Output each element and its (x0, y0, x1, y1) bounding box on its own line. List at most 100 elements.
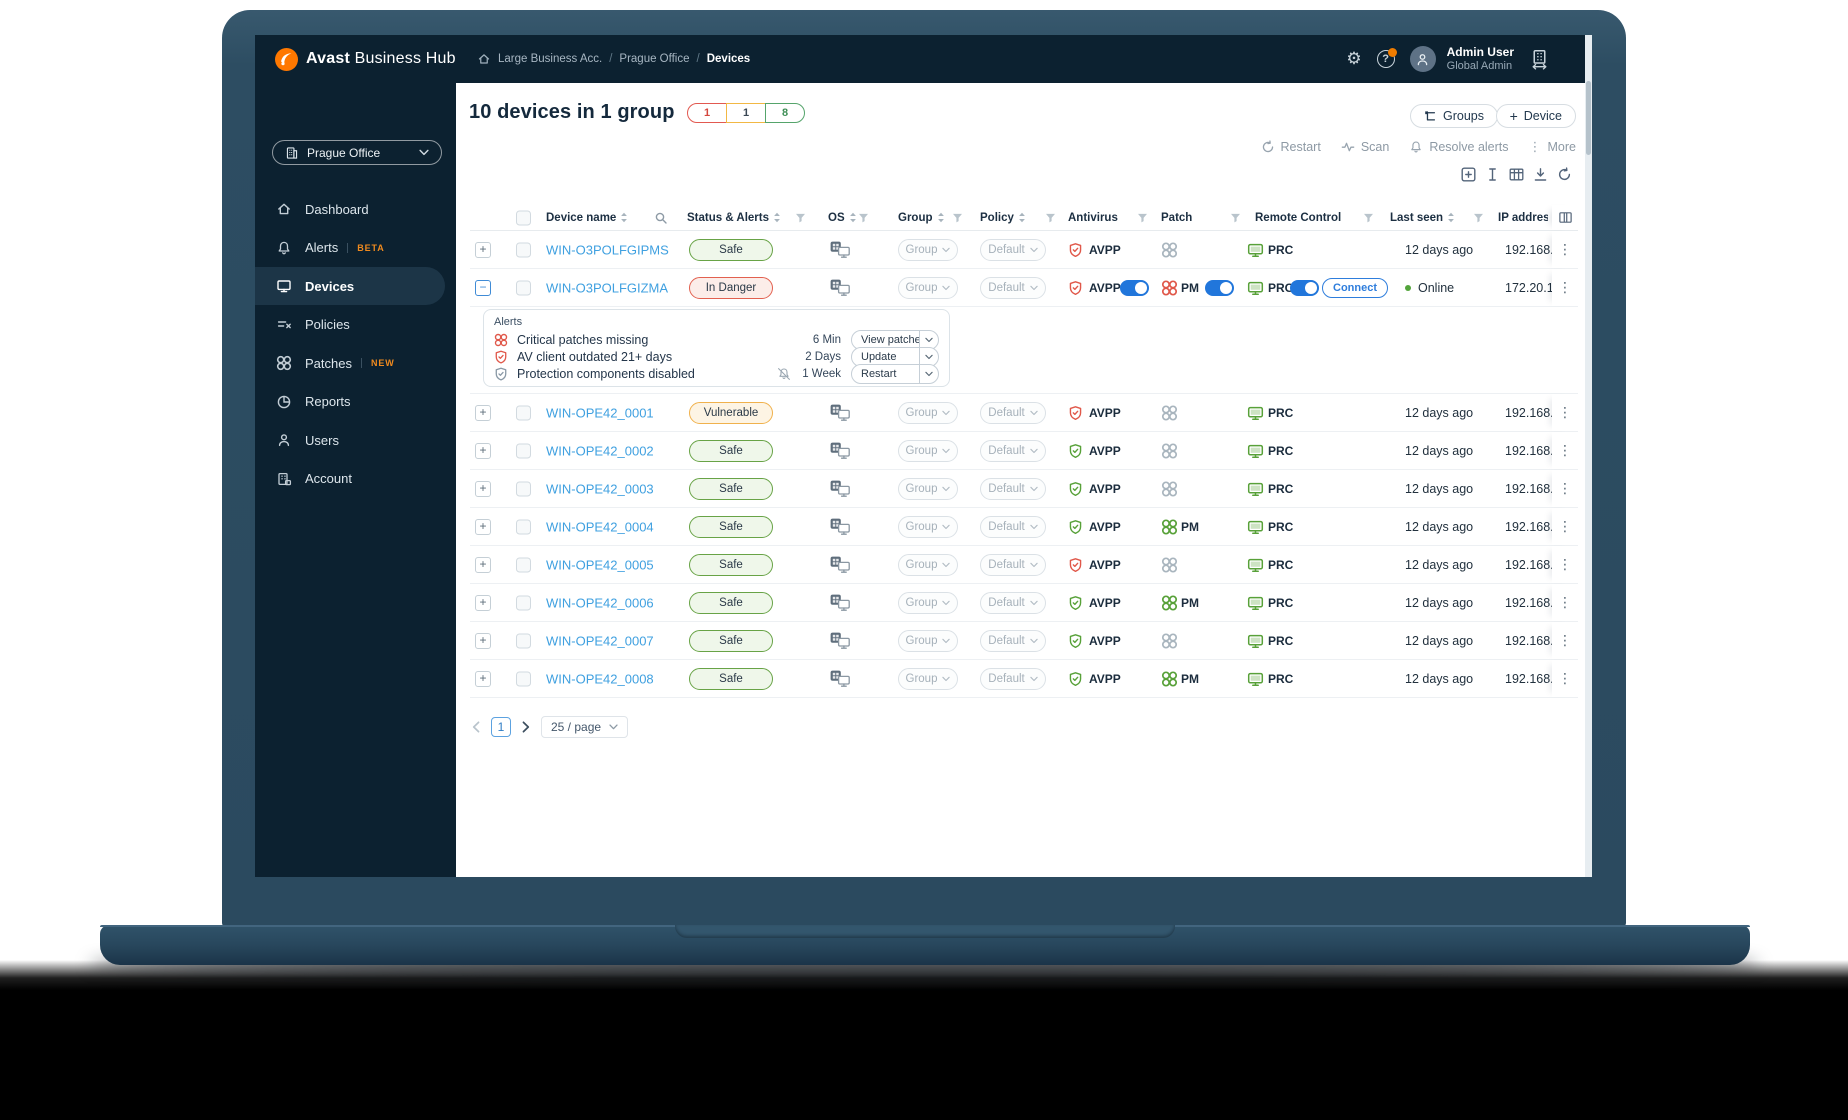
alert-action-dropdown[interactable] (919, 364, 938, 383)
restart-action[interactable]: Restart (1261, 140, 1321, 154)
policy-select[interactable]: Default (980, 553, 1046, 576)
current-page-button[interactable]: 1 (491, 717, 511, 737)
row-checkbox[interactable] (516, 519, 531, 534)
sort-icon[interactable] (1447, 212, 1455, 223)
group-select[interactable]: Group (898, 667, 958, 690)
device-name-link[interactable]: WIN-OPE42_0006 (546, 595, 654, 610)
column-header-status[interactable]: Status & Alerts (687, 212, 781, 224)
page-size-select[interactable]: 25 / page (541, 716, 629, 738)
connect-button[interactable]: Connect (1322, 277, 1388, 298)
row-expand-button[interactable]: + (475, 480, 491, 497)
column-header-os[interactable]: OS (828, 212, 857, 224)
text-cursor-icon[interactable] (1485, 167, 1500, 182)
row-menu-button[interactable]: ⋮ (1552, 432, 1578, 469)
policy-select[interactable]: Default (980, 667, 1046, 690)
device-name-link[interactable]: WIN-OPE42_0003 (546, 481, 654, 496)
antivirus-toggle[interactable] (1120, 279, 1149, 296)
row-checkbox[interactable] (516, 633, 531, 648)
policy-select[interactable]: Default (980, 439, 1046, 462)
row-menu-button[interactable]: ⋮ (1552, 660, 1578, 697)
policy-select[interactable]: Default (980, 477, 1046, 500)
restart-alert-button[interactable]: Restart (851, 363, 939, 384)
column-header-device-name[interactable]: Device name (546, 212, 628, 224)
row-expand-button[interactable]: + (475, 594, 491, 611)
row-menu-button[interactable]: ⋮ (1552, 394, 1578, 431)
sort-icon[interactable] (773, 212, 781, 223)
add-device-button[interactable]: + Device (1495, 104, 1576, 128)
help-icon[interactable]: ? (1376, 48, 1397, 68)
sort-icon[interactable] (620, 212, 628, 223)
remote-control-toggle[interactable] (1290, 279, 1319, 296)
column-header-ip-address[interactable]: IP address (1498, 212, 1548, 224)
settings-gear-icon[interactable]: ⚙ (1346, 50, 1361, 68)
column-settings-button[interactable] (1552, 205, 1578, 230)
column-header-antivirus[interactable]: Antivirus (1068, 212, 1118, 224)
filter-icon[interactable] (1137, 212, 1148, 223)
search-icon[interactable] (654, 211, 668, 225)
group-select[interactable]: Group (898, 629, 958, 652)
next-page-button[interactable] (520, 721, 532, 733)
device-name-link[interactable]: WIN-OPE42_0008 (546, 671, 654, 686)
company-switcher-icon[interactable] (1529, 49, 1550, 70)
filter-icon[interactable] (1045, 212, 1056, 223)
device-name-link[interactable]: WIN-OPE42_0007 (546, 633, 654, 648)
group-select[interactable]: Group (898, 439, 958, 462)
sidebar-item-reports[interactable]: Reports (255, 383, 445, 421)
scrollbar-thumb[interactable] (1586, 81, 1591, 155)
more-action[interactable]: ⋮ More (1529, 139, 1576, 155)
column-header-remote-control[interactable]: Remote Control (1255, 212, 1341, 224)
filter-icon[interactable] (1230, 212, 1241, 223)
row-menu-button[interactable]: ⋮ (1552, 546, 1578, 583)
home-icon[interactable] (477, 52, 491, 66)
row-checkbox[interactable] (516, 242, 531, 257)
policy-select[interactable]: Default (980, 238, 1046, 261)
patch-toggle[interactable] (1205, 279, 1234, 296)
row-checkbox[interactable] (516, 405, 531, 420)
row-checkbox[interactable] (516, 481, 531, 496)
row-menu-button[interactable]: ⋮ (1552, 231, 1578, 268)
device-name-link[interactable]: WIN-O3POLFGIZMA (546, 280, 668, 295)
alert-action-dropdown[interactable] (919, 330, 938, 349)
policy-select[interactable]: Default (980, 401, 1046, 424)
row-checkbox[interactable] (516, 595, 531, 610)
sidebar-item-policies[interactable]: Policies (255, 306, 445, 344)
groups-button[interactable]: Groups (1410, 104, 1498, 128)
row-checkbox[interactable] (516, 280, 531, 295)
row-expand-button[interactable]: + (475, 556, 491, 573)
select-all-checkbox[interactable] (516, 210, 531, 225)
group-select[interactable]: Group (898, 553, 958, 576)
sidebar-item-devices[interactable]: Devices (255, 267, 445, 305)
scan-action[interactable]: Scan (1341, 140, 1389, 154)
row-menu-button[interactable]: ⋮ (1552, 622, 1578, 659)
policy-select[interactable]: Default (980, 591, 1046, 614)
filter-icon[interactable] (952, 212, 963, 223)
alert-action-dropdown[interactable] (919, 347, 938, 366)
previous-page-button[interactable] (470, 721, 482, 733)
device-name-link[interactable]: WIN-OPE42_0001 (546, 405, 654, 420)
breadcrumb-site-link[interactable]: Prague Office (619, 53, 689, 65)
row-expand-button[interactable]: − (475, 279, 491, 296)
user-menu[interactable]: Admin User Global Admin (1447, 45, 1514, 74)
sidebar-item-alerts[interactable]: Alerts BETA (255, 229, 445, 267)
row-expand-button[interactable]: + (475, 404, 491, 421)
sidebar-item-dashboard[interactable]: Dashboard (255, 190, 445, 228)
sort-icon[interactable] (937, 212, 945, 223)
device-name-link[interactable]: WIN-O3POLFGIPMS (546, 242, 669, 257)
group-select[interactable]: Group (898, 591, 958, 614)
group-select[interactable]: Group (898, 515, 958, 538)
user-avatar[interactable] (1409, 46, 1436, 72)
column-header-policy[interactable]: Policy (980, 212, 1026, 224)
filter-icon[interactable] (1363, 212, 1374, 223)
sidebar-item-users[interactable]: Users (255, 421, 445, 459)
sidebar-item-account[interactable]: Account (255, 460, 445, 498)
row-checkbox[interactable] (516, 671, 531, 686)
device-name-link[interactable]: WIN-OPE42_0005 (546, 557, 654, 572)
row-checkbox[interactable] (516, 443, 531, 458)
row-expand-button[interactable]: + (475, 241, 491, 258)
column-header-group[interactable]: Group (898, 212, 945, 224)
column-header-last-seen[interactable]: Last seen (1390, 212, 1455, 224)
row-expand-button[interactable]: + (475, 442, 491, 459)
status-count-badge[interactable]: 1 (726, 103, 766, 123)
breadcrumb-account-link[interactable]: Large Business Acc. (498, 53, 602, 65)
row-expand-button[interactable]: + (475, 670, 491, 687)
